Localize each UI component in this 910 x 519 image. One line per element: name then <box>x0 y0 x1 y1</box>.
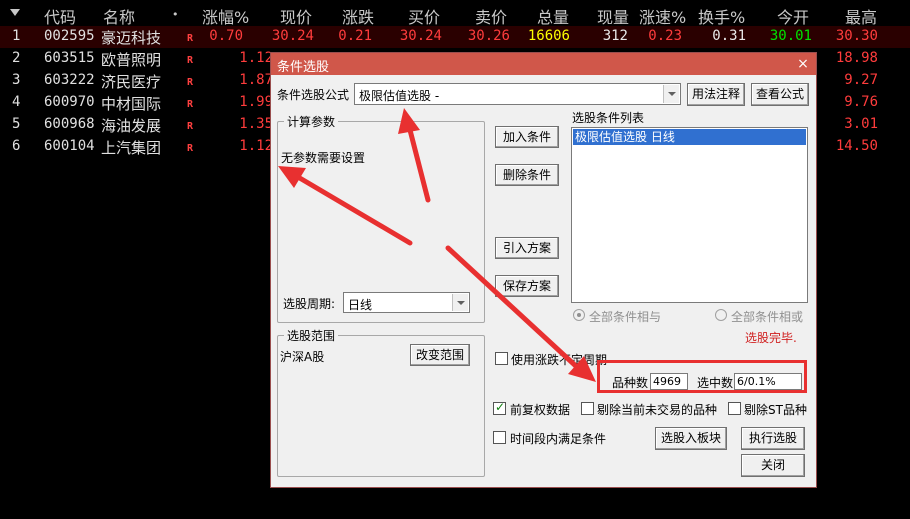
arrow-to-params <box>278 166 413 246</box>
arrow-to-formula <box>398 108 431 203</box>
arrow-to-counts <box>445 245 596 382</box>
annotation-arrows <box>278 108 596 382</box>
